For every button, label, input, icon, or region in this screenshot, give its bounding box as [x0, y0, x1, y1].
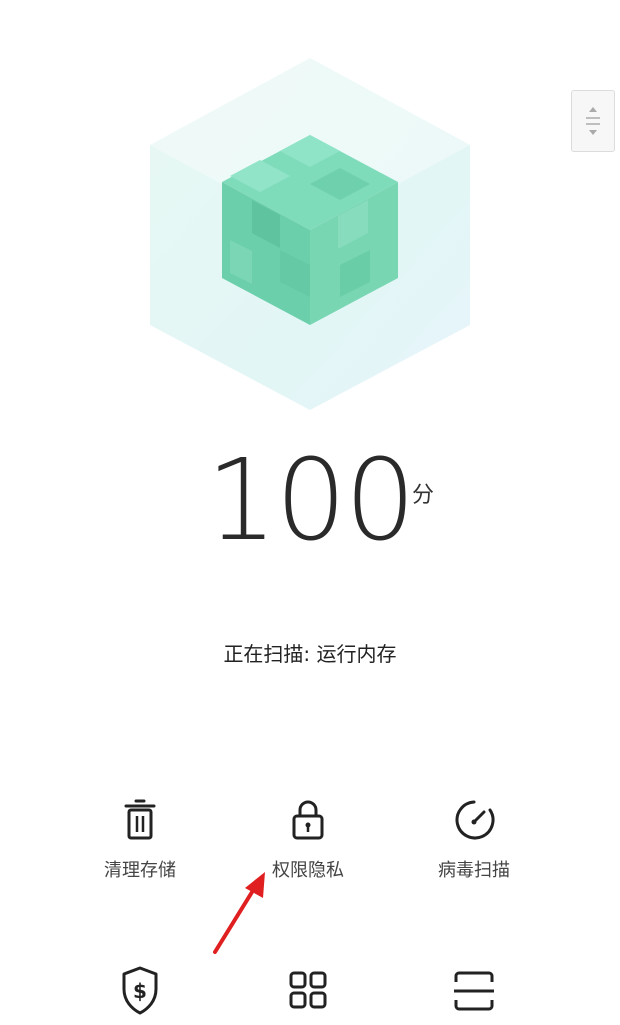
- svg-text:$: $: [133, 979, 147, 1003]
- gauge-icon: [455, 800, 495, 840]
- clean-storage-button[interactable]: 清理存储: [60, 798, 220, 882]
- side-drag-handle[interactable]: [571, 90, 615, 152]
- scan-button[interactable]: [394, 970, 554, 1012]
- tool-label: 清理存储: [104, 860, 176, 881]
- security-cube-graphic: [150, 58, 470, 410]
- grid-icon: [289, 971, 327, 1009]
- score-unit: 分: [412, 483, 435, 508]
- virus-scan-button[interactable]: 病毒扫描: [394, 798, 554, 882]
- red-arrow-icon: [213, 872, 265, 954]
- updown-icon: [586, 107, 600, 135]
- tool-label: 病毒扫描: [438, 860, 510, 881]
- payment-protection-button[interactable]: $: [60, 965, 220, 1015]
- trash-icon: [124, 799, 156, 840]
- score-display: 100: [0, 445, 620, 557]
- more-tools-button[interactable]: [228, 970, 388, 1012]
- shield-dollar-icon: $: [122, 966, 158, 1015]
- scan-status-text: 正在扫描: 运行内存: [223, 642, 397, 666]
- scan-icon: [454, 971, 494, 1011]
- score-value: 100: [206, 436, 416, 566]
- lock-icon: [292, 800, 324, 840]
